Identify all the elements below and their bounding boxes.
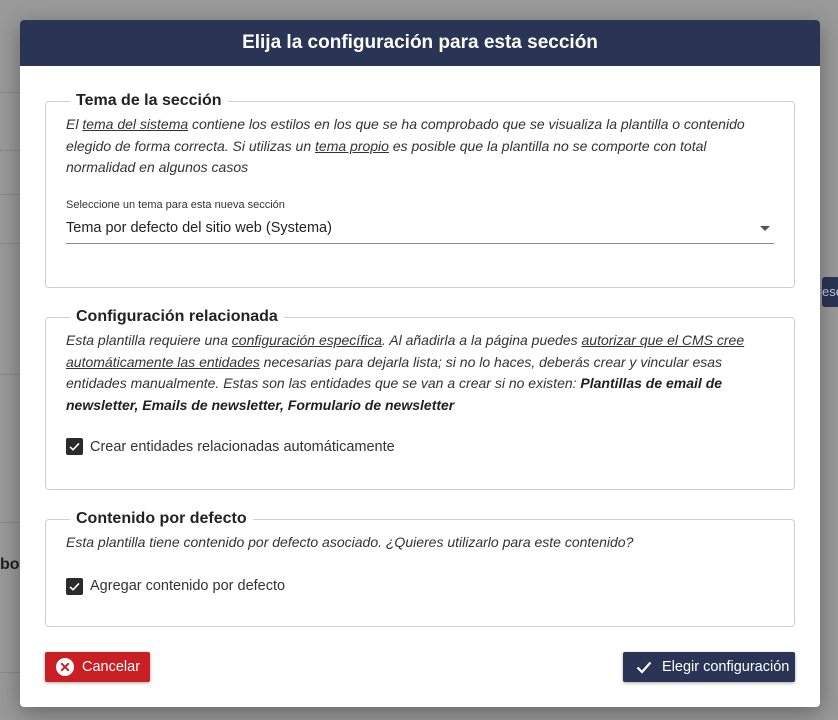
specific-config-link[interactable]: configuración específica [232, 332, 382, 348]
default-content-section: Contenido por defecto Esta plantilla tie… [45, 510, 795, 627]
create-entities-option[interactable]: Crear entidades relacionadas automáticam… [66, 438, 774, 455]
create-entities-label: Crear entidades relacionadas automáticam… [90, 438, 395, 455]
background-side-tab-label: ese [822, 284, 838, 299]
add-default-content-option[interactable]: Agregar contenido por defecto [66, 577, 774, 595]
related-config-legend: Configuración relacionada [76, 308, 278, 325]
theme-select[interactable]: Tema por defecto del sitio web (Systema) [66, 215, 774, 244]
choose-configuration-button[interactable]: Elegir configuración [623, 652, 795, 682]
add-default-content-label: Agregar contenido por defecto [90, 578, 286, 594]
theme-section: Tema de la sección El tema del sistema c… [45, 92, 795, 288]
related-config-section: Configuración relacionada Esta plantilla… [45, 308, 795, 490]
background-divider [0, 92, 20, 93]
desc-text: El [66, 116, 83, 132]
default-content-description: Esta plantilla tiene contenido por defec… [66, 534, 634, 550]
modal-title: Elija la configuración para esta sección [242, 32, 598, 53]
background-divider [0, 672, 20, 673]
theme-section-description: El tema del sistema contiene los estilos… [66, 114, 774, 179]
related-config-description: Esta plantilla requiere una configuració… [66, 330, 774, 416]
cancel-button[interactable]: Cancelar [45, 652, 150, 682]
checkmark-icon [69, 582, 80, 591]
close-circle-icon [56, 658, 74, 676]
checkmark-icon [69, 442, 80, 451]
cancel-button-label: Cancelar [82, 659, 141, 675]
system-theme-link[interactable]: tema del sistema [82, 116, 188, 132]
create-entities-checkbox[interactable] [66, 438, 83, 455]
own-theme-link[interactable]: tema propio [315, 138, 389, 154]
desc-text: . Al añadirla a la página puedes [381, 332, 582, 348]
theme-select-value: Tema por defecto del sitio web (Systema) [66, 219, 332, 236]
default-content-legend: Contenido por defecto [76, 510, 247, 527]
background-dotted-line [0, 150, 20, 151]
background-text-fragment: bo [0, 556, 20, 573]
background-divider [0, 374, 20, 375]
check-icon [635, 658, 653, 676]
background-divider [0, 194, 20, 195]
modal-header: Elija la configuración para esta sección [20, 20, 820, 66]
background-divider [0, 522, 20, 523]
configuration-modal: Elija la configuración para esta sección… [20, 20, 820, 707]
caret-down-icon [760, 225, 770, 231]
background-side-tab: ese [822, 277, 838, 307]
theme-section-legend: Tema de la sección [76, 92, 222, 109]
theme-select-label: Seleccione un tema para esta nueva secci… [66, 198, 285, 211]
add-default-content-checkbox[interactable] [66, 577, 83, 595]
choose-configuration-label: Elegir configuración [662, 659, 790, 675]
desc-text: Esta plantilla requiere una [66, 332, 232, 348]
background-divider [0, 243, 20, 244]
